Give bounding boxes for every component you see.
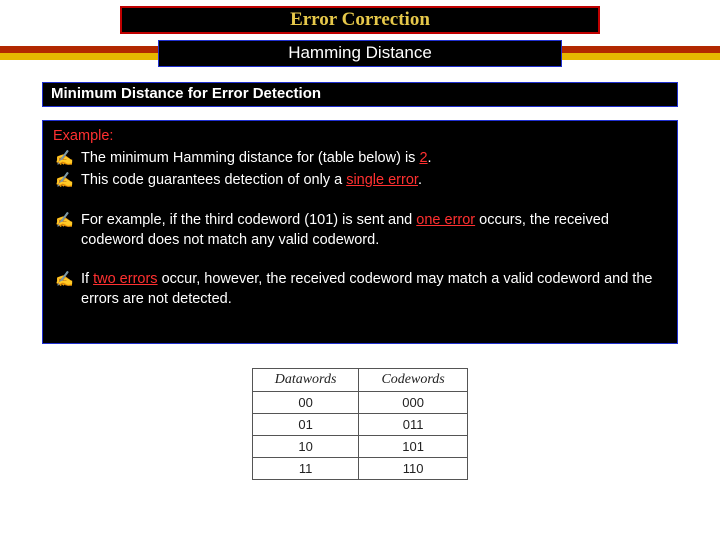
table-row: 11 110 <box>253 458 468 480</box>
cell-dataword: 10 <box>253 436 359 458</box>
bullet-icon: ✍ <box>53 211 81 231</box>
table-row: 01 011 <box>253 414 468 436</box>
bullet-1-post: . <box>428 150 432 166</box>
bullet-icon: ✍ <box>53 270 81 290</box>
bullet-2-pre: This code guarantees detection of only a <box>81 172 346 188</box>
cell-dataword: 00 <box>253 392 359 414</box>
example-label: Example: <box>53 127 667 147</box>
bullet-4-post: occur, however, the received codeword ma… <box>81 271 652 307</box>
bullet-text: For example, if the third codeword (101)… <box>81 211 667 250</box>
bullet-4-pre: If <box>81 271 93 287</box>
bullet-text: This code guarantees detection of only a… <box>81 171 667 191</box>
bullet-2: ✍ This code guarantees detection of only… <box>53 171 667 191</box>
table-row: 00 000 <box>253 392 468 414</box>
bullet-1: ✍ The minimum Hamming distance for (tabl… <box>53 149 667 169</box>
table-header-row: Datawords Codewords <box>253 369 468 392</box>
table-row: 10 101 <box>253 436 468 458</box>
bullet-4-highlight: two errors <box>93 271 157 287</box>
bullet-1-pre: The minimum Hamming distance for (table … <box>81 150 419 166</box>
cell-codeword: 000 <box>359 392 468 414</box>
section-heading: Minimum Distance for Error Detection <box>51 85 321 102</box>
bullet-icon: ✍ <box>53 149 81 169</box>
bullet-text: If two errors occur, however, the receiv… <box>81 270 667 309</box>
codeword-table-wrap: Datawords Codewords 00 000 01 011 10 101… <box>252 368 468 480</box>
bullet-3: ✍ For example, if the third codeword (10… <box>53 211 667 250</box>
bullet-2-post: . <box>418 172 422 188</box>
cell-dataword: 01 <box>253 414 359 436</box>
bullet-3-highlight: one error <box>416 212 475 228</box>
bullet-3-pre: For example, if the third codeword (101)… <box>81 212 416 228</box>
table-header-codewords: Codewords <box>359 369 468 392</box>
bullet-1-highlight: 2 <box>419 150 427 166</box>
bullet-text: The minimum Hamming distance for (table … <box>81 149 667 169</box>
bullet-4: ✍ If two errors occur, however, the rece… <box>53 270 667 309</box>
bullet-2-highlight: single error <box>346 172 418 188</box>
cell-codeword: 101 <box>359 436 468 458</box>
section-heading-box: Minimum Distance for Error Detection <box>42 82 678 107</box>
slide-title-box: Error Correction <box>120 6 600 34</box>
content-box: Example: ✍ The minimum Hamming distance … <box>42 120 678 344</box>
slide-subtitle-box: Hamming Distance <box>158 40 562 67</box>
slide-subtitle: Hamming Distance <box>288 43 432 62</box>
cell-dataword: 11 <box>253 458 359 480</box>
bullet-icon: ✍ <box>53 171 81 191</box>
table-header-datawords: Datawords <box>253 369 359 392</box>
slide-title: Error Correction <box>290 9 430 30</box>
cell-codeword: 110 <box>359 458 468 480</box>
codeword-table: Datawords Codewords 00 000 01 011 10 101… <box>252 368 468 480</box>
cell-codeword: 011 <box>359 414 468 436</box>
